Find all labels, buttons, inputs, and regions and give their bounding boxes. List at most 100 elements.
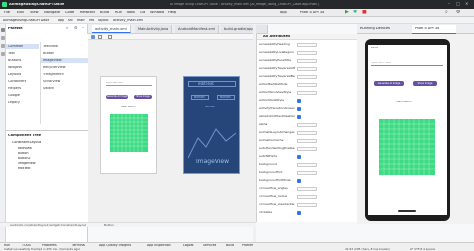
attribute-row[interactable]: actionBarNavMode xyxy=(259,83,356,88)
structure-icon[interactable] xyxy=(1,52,5,56)
attribute-row[interactable]: animationCache xyxy=(259,139,356,144)
attribute-value-field[interactable] xyxy=(297,131,317,135)
attribute-row[interactable]: accessibilityTraversalBefore xyxy=(259,75,356,80)
menu-run[interactable]: Run xyxy=(115,11,122,15)
project-tool-icon[interactable] xyxy=(1,28,5,32)
palette-item-recyclerview[interactable]: RecyclerView xyxy=(43,66,66,69)
tab-build-gradle[interactable]: build.gradle(app) xyxy=(221,25,268,33)
attribute-checkbox[interactable] xyxy=(297,155,301,159)
attribute-value-field[interactable] xyxy=(297,187,317,191)
crumb-src[interactable]: src xyxy=(68,19,73,22)
tool-tab-services[interactable]: Services xyxy=(203,244,216,247)
crumb-project[interactable]: AIImageusingChatGPTDalle xyxy=(3,19,49,22)
palette-item-scrollview[interactable]: ScrollView xyxy=(43,80,60,83)
attribute-row[interactable]: circularflow_angles xyxy=(259,187,356,192)
attribute-row[interactable]: clickable xyxy=(259,211,356,216)
attribute-row[interactable]: circularflow_viewCenter xyxy=(259,203,356,208)
tool-tab-terminal[interactable]: Terminal xyxy=(72,244,85,247)
attribute-checkbox[interactable] xyxy=(297,211,301,215)
palette-category-text[interactable]: Text xyxy=(8,52,15,55)
palette-category-google[interactable]: Google xyxy=(8,94,20,97)
tool-tab-build[interactable]: Build xyxy=(226,244,234,247)
show-image-button[interactable]: Show Image xyxy=(413,81,437,86)
attribute-value-field[interactable] xyxy=(297,59,317,63)
crumb-layout[interactable]: layout xyxy=(98,19,109,22)
palette-category-buttons[interactable]: Buttons xyxy=(8,59,21,62)
tool-tab-problems[interactable]: Problems xyxy=(42,244,57,247)
attribute-row[interactable]: actionModeStyle xyxy=(259,99,356,104)
attribute-value-field[interactable] xyxy=(297,67,317,71)
layers-icon[interactable] xyxy=(91,35,95,39)
menu-tools[interactable]: Tools xyxy=(126,11,135,15)
close-icon[interactable]: ✕ xyxy=(465,2,468,6)
menu-view[interactable]: View xyxy=(30,11,39,15)
tab-device-active[interactable]: Pixel 4 API 34 xyxy=(412,25,456,34)
palette-minimize-icon[interactable]: – xyxy=(82,26,84,30)
generate-ai-image-button[interactable]: Generate AI Image xyxy=(374,81,404,86)
project-name[interactable]: AIImageusingChatGPTDalle xyxy=(9,3,64,7)
run-icon[interactable]: ▶ xyxy=(345,10,349,15)
tool-tab-todo[interactable]: TODO xyxy=(22,244,31,247)
menu-navigate[interactable]: Navigate xyxy=(44,11,60,15)
crumb-main[interactable]: main xyxy=(77,19,85,22)
emulator-screen[interactable]: 10:00 Input Text Here Generate AI Image … xyxy=(368,45,447,215)
attribute-value-field[interactable] xyxy=(297,91,317,95)
attribute-checkbox[interactable] xyxy=(297,115,301,119)
attribute-checkbox[interactable] xyxy=(297,179,301,183)
attribute-row[interactable]: accessibilityLiveRegion xyxy=(259,51,356,56)
palette-gear-icon[interactable]: ⚙ xyxy=(74,26,78,30)
tool-tab-app-inspection[interactable]: App Inspection xyxy=(147,244,171,247)
search-icon[interactable]: ⌕ xyxy=(445,10,448,15)
palette-category-helpers[interactable]: Helpers xyxy=(8,87,21,90)
attribute-row[interactable]: actionMenuViewStyle xyxy=(259,91,356,96)
attribute-value-field[interactable] xyxy=(297,75,317,79)
menu-file[interactable]: File xyxy=(4,11,10,15)
crumb-file[interactable]: activity_main.xml xyxy=(113,19,143,22)
menu-code[interactable]: Code xyxy=(65,11,74,15)
emulator-edittext[interactable]: Input Text Here xyxy=(371,61,443,66)
attribute-row[interactable]: backgroundTint xyxy=(259,171,356,176)
maximize-icon[interactable]: □ xyxy=(456,2,460,6)
palette-item-fragment[interactable]: <fragment> xyxy=(43,73,64,76)
menu-help[interactable]: Help xyxy=(168,11,176,15)
palette-category-containers[interactable]: Containers xyxy=(8,80,26,83)
attribute-value-field[interactable] xyxy=(297,51,317,55)
attribute-value-field[interactable] xyxy=(297,123,317,127)
palette-item-button[interactable]: Button xyxy=(43,52,54,55)
crumb-res[interactable]: res xyxy=(89,19,94,22)
menu-git[interactable]: Git xyxy=(140,11,145,15)
attribute-value-field[interactable] xyxy=(297,43,317,47)
attribute-row[interactable]: accessibilityTraversalAfter xyxy=(259,67,356,72)
settings-icon[interactable]: ⚙ xyxy=(456,10,460,15)
attribute-value-field[interactable] xyxy=(297,171,317,175)
attribute-checkbox[interactable] xyxy=(297,99,301,103)
crumb-app[interactable]: app xyxy=(58,19,64,22)
menu-edit[interactable]: Edit xyxy=(17,11,24,15)
orientation-icon[interactable] xyxy=(98,35,102,39)
palette-category-common[interactable]: Common xyxy=(8,45,23,48)
tree-node-button[interactable]: button xyxy=(18,152,29,155)
attribute-row[interactable]: autofillHints xyxy=(259,155,356,160)
tree-node-edittext[interactable]: editText xyxy=(18,167,31,170)
tool-tab-logcat[interactable]: Logcat xyxy=(183,244,194,247)
attribute-checkbox[interactable] xyxy=(297,107,301,111)
tree-root[interactable]: ConstraintLayout xyxy=(12,141,41,144)
attribute-row[interactable]: autoHandwritingEnabled xyxy=(259,147,356,152)
tab-activity-main[interactable]: activity_main.xml xyxy=(92,25,131,33)
menu-window[interactable]: Window xyxy=(150,11,164,15)
bookmarks-icon[interactable] xyxy=(1,44,5,48)
file-encoding[interactable]: LF UTF-8 4 spaces xyxy=(410,248,435,251)
attribute-row[interactable]: background xyxy=(259,163,356,168)
attribute-row[interactable]: allowClickWhenDisabled xyxy=(259,115,356,120)
tree-node-button2[interactable]: button2 xyxy=(18,157,31,160)
device-select[interactable]: Pixel 4 API 34 xyxy=(300,11,324,15)
attribute-value-field[interactable] xyxy=(297,147,317,151)
palette-item-textview[interactable]: TextView xyxy=(43,45,58,48)
tool-tab-run[interactable]: Run xyxy=(4,244,10,247)
attribute-row[interactable]: alpha xyxy=(259,123,356,128)
attribute-row[interactable]: activityTransitionScreen xyxy=(259,107,356,112)
tool-tab-profiler[interactable]: Profiler xyxy=(242,244,253,247)
menu-build[interactable]: Build xyxy=(100,11,109,15)
attribute-value-field[interactable] xyxy=(297,203,317,207)
menu-refactor[interactable]: Refactor xyxy=(80,11,95,15)
